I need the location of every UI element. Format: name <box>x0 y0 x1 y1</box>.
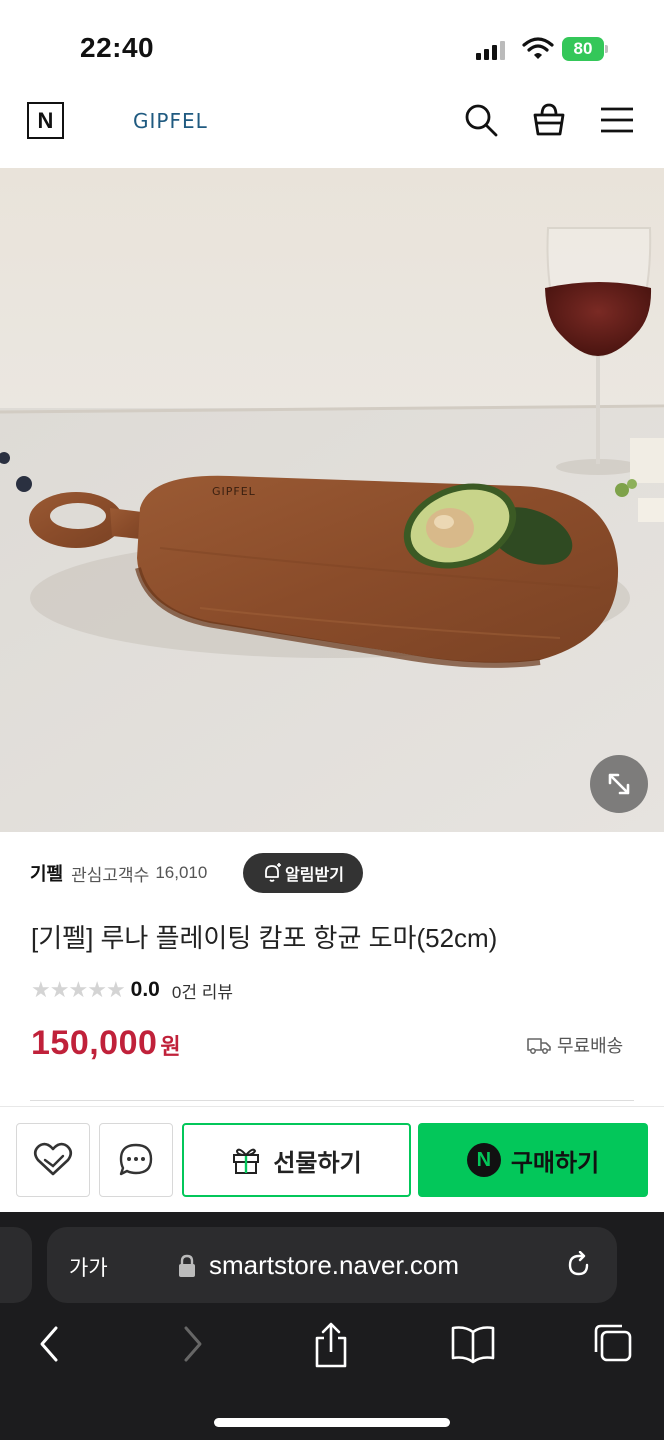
lock-icon <box>179 1254 195 1277</box>
star-icon: ★ <box>31 977 51 1002</box>
price: 150,000 <box>31 1024 158 1062</box>
address-bar[interactable]: 가가 smartstore.naver.com <box>47 1227 617 1303</box>
browser-toolbar: 가가 smartstore.naver.com <box>0 1212 664 1440</box>
price-currency: 원 <box>160 1034 181 1059</box>
buy-button[interactable]: N 구매하기 <box>418 1123 648 1197</box>
gift-icon <box>233 1148 260 1174</box>
wishlist-button[interactable] <box>16 1123 90 1197</box>
expand-icon <box>608 773 630 795</box>
signal-icon <box>476 41 505 60</box>
purchase-action-bar: 선물하기 N 구매하기 <box>0 1106 664 1212</box>
text-size-button[interactable]: 가가 <box>69 1252 108 1282</box>
rating-value: 0.0 <box>130 978 160 1001</box>
battery-indicator: 80 <box>562 37 608 61</box>
search-icon[interactable] <box>463 102 499 138</box>
chat-icon <box>119 1143 153 1176</box>
home-indicator[interactable] <box>214 1418 450 1427</box>
bookmarks-icon[interactable] <box>450 1322 496 1366</box>
divider <box>30 1100 634 1101</box>
url-text[interactable]: smartstore.naver.com <box>209 1250 459 1281</box>
star-icon: ★ <box>105 977 126 1002</box>
naverpay-n-icon: N <box>466 1143 501 1177</box>
follower-count: 16,010 <box>155 863 208 882</box>
star-icon: ★ <box>49 977 70 1002</box>
price-row: 150,000 원 <box>31 1024 181 1063</box>
store-info-row: 기펠 관심고객수 16,010 <box>30 852 207 894</box>
gift-button[interactable]: 선물하기 <box>182 1123 411 1197</box>
truck-icon <box>527 1038 551 1054</box>
cart-icon[interactable] <box>531 102 567 138</box>
talktalk-chat-button[interactable] <box>99 1123 173 1197</box>
share-icon[interactable] <box>312 1322 350 1370</box>
bell-icon <box>265 863 282 882</box>
shipping-label: 무료배송 <box>557 1036 624 1056</box>
gift-label: 선물하기 <box>273 1149 362 1177</box>
store-header: N GIPFEL <box>0 90 664 168</box>
store-logo[interactable]: GIPFEL <box>133 109 208 133</box>
battery-level: 80 <box>573 39 593 58</box>
board-wordmark: GIPFEL <box>212 485 256 498</box>
naver-logo[interactable]: N <box>27 102 64 139</box>
buy-label: 구매하기 <box>510 1149 600 1177</box>
rating-row: ★ ★ ★ ★ ★ 0.0 0건 리뷰 <box>31 975 233 1005</box>
expand-image-button[interactable] <box>590 755 648 813</box>
back-icon[interactable] <box>36 1322 62 1366</box>
product-title: [기펠] 루나 플레이팅 캄포 항균 도마(52cm) <box>31 923 498 953</box>
shipping-info: 무료배송 <box>527 1032 623 1058</box>
review-count-link[interactable]: 0건 리뷰 <box>172 978 233 1003</box>
follower-label: 관심고객수 <box>71 865 150 885</box>
star-icon: ★ <box>68 977 89 1002</box>
previous-tab-preview[interactable] <box>0 1227 32 1303</box>
store-name[interactable]: 기펠 <box>30 860 63 886</box>
alert-subscribe-label: 알림받기 <box>285 867 344 884</box>
star-icon: ★ <box>87 977 107 1002</box>
rating-stars: ★ ★ ★ ★ ★ <box>31 977 126 1002</box>
product-image[interactable]: GIPFEL <box>0 168 664 832</box>
wifi-icon <box>522 37 554 59</box>
menu-icon[interactable] <box>599 102 635 138</box>
status-time: 22:40 <box>80 32 155 63</box>
status-bar: 22:40 80 <box>0 0 664 90</box>
reload-icon[interactable] <box>565 1251 593 1279</box>
forward-icon[interactable] <box>180 1322 206 1366</box>
heart-icon <box>33 1142 73 1176</box>
alert-subscribe-button[interactable]: 알림받기 <box>243 853 363 893</box>
tabs-icon[interactable] <box>592 1322 634 1364</box>
